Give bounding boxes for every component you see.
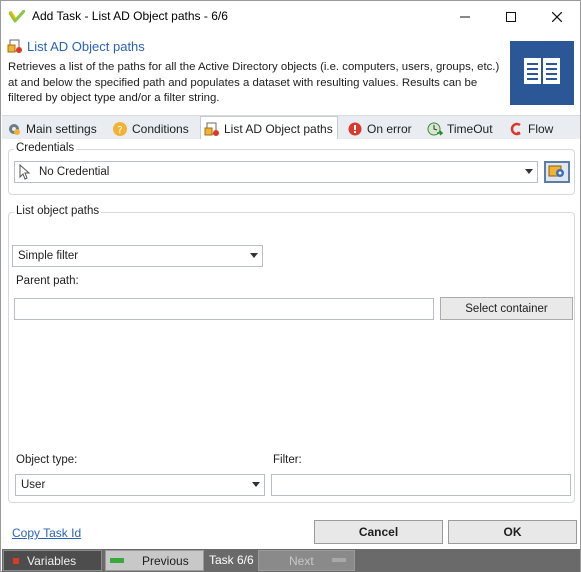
add-task-window: Add Task - List AD Object paths - 6/6 Li… (0, 0, 581, 572)
variables-label: Variables (27, 553, 77, 568)
filter-input[interactable] (271, 474, 571, 496)
tab-content-panel: Credentials No Credential List object pa… (2, 139, 580, 515)
maximize-button[interactable] (488, 1, 534, 32)
header-title: List AD Object paths (27, 39, 145, 54)
cancel-button[interactable]: Cancel (314, 520, 443, 544)
cursor-icon (19, 164, 33, 180)
tab-label: TimeOut (447, 122, 493, 136)
previous-icon (110, 557, 124, 564)
gear-icon (6, 121, 22, 137)
tab-list-ad-object-paths[interactable]: List AD Object paths (200, 116, 338, 140)
filter-label: Filter: (273, 454, 302, 466)
tab-label: Main settings (26, 122, 97, 136)
window-title: Add Task - List AD Object paths - 6/6 (32, 9, 228, 23)
filter-mode-select[interactable]: Simple filter (12, 245, 263, 267)
title-bar: Add Task - List AD Object paths - 6/6 (1, 1, 580, 32)
error-icon (347, 121, 363, 137)
chevron-down-icon (252, 482, 260, 487)
task-header: List AD Object paths Retrieves a list of… (2, 32, 580, 114)
list-object-paths-group-label: List object paths (14, 205, 102, 217)
previous-button[interactable]: Previous (105, 550, 204, 571)
credential-edit-button[interactable] (544, 161, 570, 183)
question-icon: ? (112, 121, 128, 137)
chevron-down-icon (525, 169, 533, 174)
vcron-logo-icon (8, 9, 26, 23)
ad-object-icon (7, 38, 23, 54)
tab-main-settings[interactable]: Main settings (6, 118, 97, 140)
ad-object-icon (204, 121, 220, 137)
object-type-label: Object type: (16, 454, 78, 466)
timeout-icon (427, 121, 443, 137)
book-tile (510, 41, 574, 105)
parent-path-label: Parent path: (16, 275, 79, 287)
credentials-selected-value: No Credential (39, 166, 110, 178)
object-type-value: User (21, 479, 46, 491)
variables-icon (13, 557, 19, 564)
tab-on-error[interactable]: On error (347, 118, 412, 140)
object-type-select[interactable]: User (15, 474, 265, 496)
task-counter: Task 6/6 (209, 553, 254, 567)
tab-label: Conditions (132, 122, 189, 136)
ok-button[interactable]: OK (448, 520, 577, 544)
parent-path-input[interactable] (14, 298, 434, 320)
minimize-button[interactable] (442, 1, 488, 32)
credentials-group-label: Credentials (14, 142, 77, 154)
tab-conditions[interactable]: ? Conditions (112, 118, 189, 140)
next-button[interactable]: Next (258, 550, 355, 571)
close-button[interactable] (534, 1, 580, 32)
previous-label: Previous (142, 553, 189, 568)
status-bar: Variables Previous Task 6/6 Next (2, 549, 580, 572)
copy-task-id-link[interactable]: Copy Task Id (12, 526, 81, 540)
credentials-select[interactable]: No Credential (14, 161, 538, 183)
variables-button[interactable]: Variables (3, 550, 102, 571)
chevron-down-icon (250, 253, 258, 258)
book-icon (522, 56, 562, 91)
credential-edit-icon (548, 163, 566, 182)
tab-label: Flow (528, 122, 554, 136)
tab-timeout[interactable]: TimeOut (427, 118, 493, 140)
select-container-button[interactable]: Select container (440, 297, 573, 320)
tab-label: List AD Object paths (224, 121, 333, 136)
next-icon (331, 557, 346, 564)
flow-icon (508, 121, 524, 137)
tab-label: On error (367, 122, 412, 136)
filter-mode-value: Simple filter (18, 250, 79, 262)
tab-flow[interactable]: Flow (508, 118, 553, 140)
tab-strip: Main settings ? Conditions List AD Objec… (2, 115, 580, 140)
header-description: Retrieves a list of the paths for all th… (8, 61, 500, 104)
svg-text:?: ? (117, 125, 122, 136)
next-label: Next (289, 553, 314, 568)
